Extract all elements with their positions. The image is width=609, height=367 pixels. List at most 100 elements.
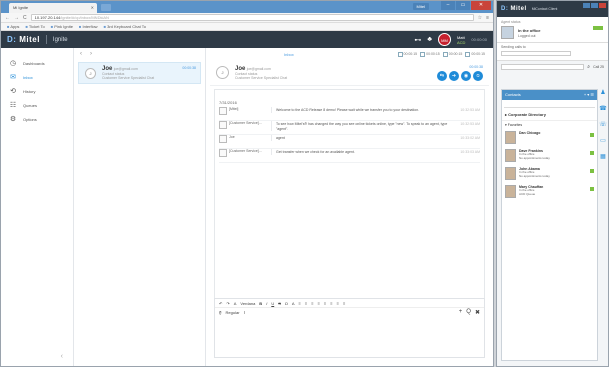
broadcast-icon[interactable]: ⊷ [414, 36, 421, 44]
call-forward-input[interactable] [501, 51, 571, 56]
new-tab-button[interactable] [101, 4, 111, 11]
bookmark-item[interactable]: Pink Ignite [51, 24, 73, 29]
window-close-icon[interactable]: ✕ [471, 1, 491, 10]
align-right-button[interactable]: ≡ [318, 301, 320, 306]
message-row: [Customer Service]... Get transfer when … [219, 149, 480, 163]
bold-button[interactable]: B [259, 301, 262, 306]
italic-button[interactable]: I [266, 301, 267, 306]
indent-button[interactable]: ≡ [337, 301, 339, 306]
bookmark-item[interactable]: Interflow [79, 24, 97, 29]
person-icon[interactable]: ♟ [600, 89, 605, 96]
menu-icon[interactable]: ≡ [486, 15, 489, 21]
star-icon[interactable]: ☆ [478, 15, 482, 21]
queue-timer[interactable]: 00:00:15 [465, 52, 485, 57]
grid-icon[interactable]: ▦ [600, 153, 606, 160]
panel-header: D: Mitel MiContact Client [497, 1, 608, 17]
bookmark-item[interactable]: Apps [7, 24, 19, 29]
maximize-icon[interactable]: ▭ [456, 1, 470, 10]
message-sender: Joe [219, 135, 271, 149]
user-status[interactable]: Matt ACD [457, 35, 465, 45]
minimize-icon[interactable] [583, 3, 590, 8]
search-icon[interactable]: ⌕ [587, 64, 590, 70]
message-text: To see how Mitel’s® has changed the way … [271, 121, 450, 131]
end-chat-icon[interactable]: ⦸ [473, 71, 483, 81]
favorites-group[interactable]: ▾ Favorites [502, 121, 597, 129]
outdent-button[interactable]: ≡ [343, 301, 345, 306]
minimize-icon[interactable]: – [441, 1, 455, 10]
contact-row[interactable]: Dan Chicago [502, 129, 597, 147]
user-avatar[interactable]: MM [437, 33, 451, 46]
chevron-right-icon[interactable]: › [90, 51, 92, 57]
collapse-icon[interactable]: ‹ [61, 353, 63, 360]
forward-icon[interactable]: → [14, 15, 19, 21]
back-icon[interactable]: ← [5, 15, 10, 21]
align-left-button[interactable]: ≡ [305, 301, 307, 306]
people-icon[interactable]: ♣ [427, 36, 432, 43]
search-icon[interactable]: Q [466, 309, 471, 316]
close-icon[interactable]: ✖ [475, 309, 480, 316]
nav-options[interactable]: ⚙ Options [1, 112, 73, 126]
contact-row[interactable]: Mary Chauffan In the office ACD Queue [502, 183, 597, 201]
directory-group[interactable]: ▸ Corporate Directory [502, 109, 597, 121]
window-close-icon[interactable] [599, 3, 606, 8]
clear-format-icon[interactable]: Ⅰ [244, 310, 245, 315]
reload-icon[interactable]: C [23, 15, 27, 21]
call-forward-label: Sending calls to [501, 45, 526, 49]
conference-icon[interactable]: ◉ [461, 71, 471, 81]
agent-status[interactable]: Agent status In the office Logged out [497, 17, 608, 43]
list-button[interactable]: ≡ [330, 301, 332, 306]
message-input[interactable] [215, 317, 484, 357]
phone-icon[interactable]: ☎ [599, 105, 606, 112]
underline-button[interactable]: U [271, 301, 274, 306]
contact-row[interactable]: Dave Frankins In the office No appointment… [502, 147, 597, 165]
font-size-icon[interactable]: A [234, 301, 237, 306]
undo-icon[interactable]: ↶ [219, 301, 222, 306]
contacts-controls-icon[interactable]: + ▾ ☰ [584, 90, 594, 100]
transfer-icon[interactable]: ⇆ [437, 71, 447, 81]
forward-icon[interactable]: ➜ [449, 71, 459, 81]
nav-dashboards[interactable]: ◷ Dashboards [1, 56, 73, 70]
text-color-button[interactable]: A [292, 301, 295, 306]
history-icon: ⟲ [10, 88, 16, 95]
phone-icon[interactable]: ☏ [599, 121, 607, 128]
strike-button[interactable]: S [278, 301, 281, 306]
font-select[interactable]: Verdana [240, 301, 255, 306]
bookmark-item[interactable]: Ticket To [25, 24, 45, 29]
maximize-icon[interactable] [591, 3, 598, 8]
nav-history[interactable]: ⟲ History [1, 84, 73, 98]
status-sub: Logged out [518, 33, 536, 38]
call-chip[interactable]: Call 25 [593, 65, 604, 69]
queue-timer[interactable]: 00:00:15 [420, 52, 440, 57]
contacts-filter-input[interactable] [504, 101, 595, 108]
panel-search-input[interactable] [501, 64, 585, 70]
url-input[interactable]: 10.197.20.144/ignite/#/cp/inbox/MNDkiAN [30, 14, 474, 21]
presence-icon [590, 169, 594, 173]
browser-user-chip[interactable]: Mitel [412, 3, 429, 10]
conversation-item[interactable]: J Joe joe@gmail.com Contact status Custo… [78, 62, 201, 84]
nav-inbox[interactable]: ✉ Inbox [1, 70, 73, 84]
bookmark-item[interactable]: 3rd Keyboard Chat To [104, 24, 146, 29]
close-icon[interactable]: ✕ [91, 5, 94, 10]
redo-icon[interactable]: ↷ [226, 301, 229, 306]
chat-line2: Customer Service Specialist Chat [235, 75, 288, 80]
style-select[interactable]: Regular [226, 310, 240, 315]
highlight-button[interactable]: ≡ [299, 301, 301, 306]
style-icon[interactable]: 𝔉 [219, 310, 222, 315]
add-icon[interactable]: + [459, 309, 463, 316]
justify-button[interactable]: ≡ [324, 301, 326, 306]
browser-tab[interactable]: Mi Ignite ✕ [9, 3, 97, 13]
nav-queues[interactable]: ☷ Queues [1, 98, 73, 112]
composer: ↶ ↷ A Verdana B I U S Ω A ≡ ≡ ≡ ≡ ≡ ≡ ≡ … [214, 298, 485, 358]
queue-timer[interactable]: 00:00:15 [443, 52, 463, 57]
address-bar: ← → C 10.197.20.144/ignite/#/cp/inbox/MN… [1, 13, 493, 23]
app-name: Ignite [52, 36, 68, 43]
chat-icon[interactable]: ▭ [600, 137, 606, 144]
app-logo: D: Mitel [7, 35, 40, 44]
dashboard-icon: ◷ [9, 60, 17, 67]
chevron-left-icon[interactable]: ‹ [80, 51, 82, 57]
align-center-button[interactable]: ≡ [311, 301, 313, 306]
contact-row[interactable]: John Abama In the office No appointments t… [502, 165, 597, 183]
queue-timer[interactable]: 00:00:15 [398, 52, 418, 57]
special-char-button[interactable]: Ω [285, 301, 288, 306]
presence-icon [590, 187, 594, 191]
